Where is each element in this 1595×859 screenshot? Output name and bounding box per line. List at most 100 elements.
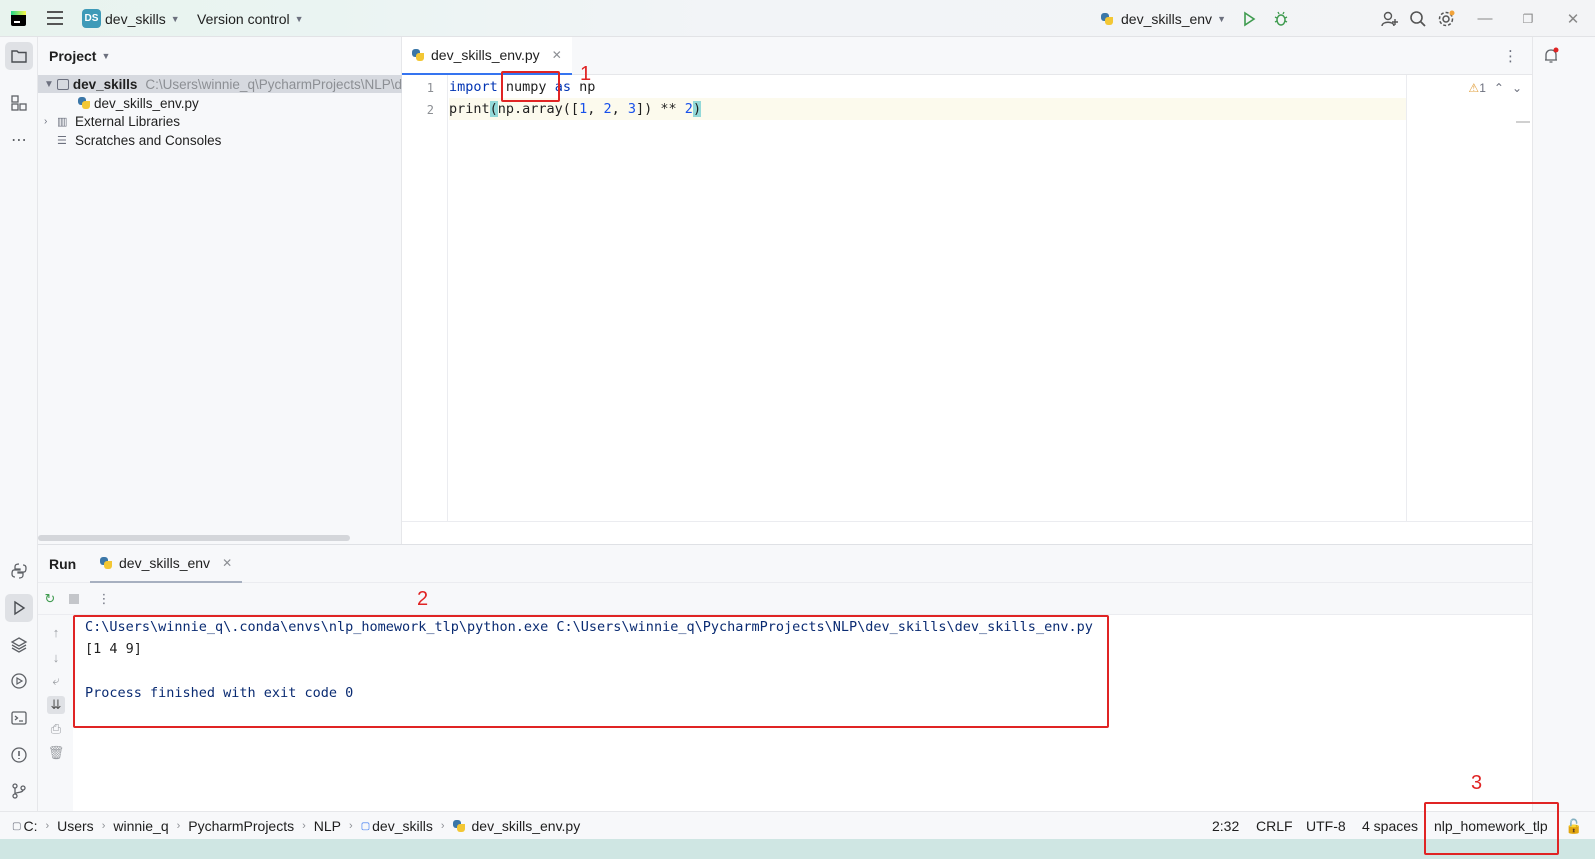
search-icon bbox=[1410, 10, 1426, 27]
search-button[interactable] bbox=[1409, 0, 1427, 37]
code-fragment: ]) ** bbox=[636, 101, 685, 117]
main-menu-icon[interactable] bbox=[47, 11, 63, 25]
more-vertical-icon[interactable]: ⋮ bbox=[1503, 47, 1518, 65]
chevron-right-icon[interactable]: › bbox=[44, 116, 54, 127]
breadcrumb-item[interactable]: C: bbox=[23, 818, 37, 834]
folder-icon: ▢ bbox=[360, 820, 371, 832]
keyword-import: import bbox=[449, 79, 498, 95]
notifications-button[interactable] bbox=[1537, 42, 1565, 70]
scrollbar-marker[interactable] bbox=[1516, 121, 1530, 123]
run-config-selector[interactable]: dev_skills_env ▼ bbox=[1101, 0, 1226, 37]
close-icon[interactable]: ✕ bbox=[222, 556, 232, 570]
more-tools-button[interactable]: ⋯ bbox=[5, 126, 33, 154]
python-file-icon bbox=[452, 820, 465, 832]
annotation-box-3 bbox=[1424, 802, 1559, 855]
close-icon[interactable]: ✕ bbox=[552, 48, 562, 62]
scroll-up-button[interactable]: ↑ bbox=[47, 623, 65, 641]
python-file-icon bbox=[412, 49, 424, 61]
right-tool-strip bbox=[1532, 37, 1595, 811]
debug-button[interactable] bbox=[1273, 0, 1289, 37]
project-panel: Project ▼ ▼ dev_skills C:\Users\winnie_q… bbox=[38, 37, 402, 544]
editor-panel: dev_skills_env.py ✕ ⋮ 1 2 import numpy a… bbox=[402, 37, 1532, 544]
soft-wrap-button[interactable]: ⤶ bbox=[47, 672, 65, 690]
chevron-up-icon[interactable]: ⌃ bbox=[1494, 81, 1504, 95]
chevron-right-icon: › bbox=[440, 820, 445, 832]
tab-label: dev_skills_env.py bbox=[431, 47, 540, 63]
structure-tool-button[interactable] bbox=[5, 89, 33, 117]
print-button[interactable]: ⎙ bbox=[47, 720, 65, 738]
breadcrumb-item[interactable]: dev_skills_env.py bbox=[472, 818, 581, 834]
breadcrumb-item[interactable]: dev_skills bbox=[372, 818, 433, 834]
breadcrumb-item[interactable]: Users bbox=[57, 818, 94, 834]
tree-external-libraries[interactable]: › ▥ External Libraries bbox=[44, 112, 180, 130]
arrow-up-icon: ↑ bbox=[52, 624, 60, 640]
line-ending[interactable]: CRLF bbox=[1256, 812, 1293, 840]
more-vertical-icon: ⋮ bbox=[97, 591, 111, 606]
tree-file-dev-skills-env[interactable]: dev_skills_env.py bbox=[78, 94, 199, 112]
tree-root-dev-skills[interactable]: ▼ dev_skills C:\Users\winnie_q\PycharmPr… bbox=[38, 75, 402, 93]
line-number: 1 bbox=[426, 81, 434, 95]
git-tool-button[interactable] bbox=[5, 777, 33, 805]
minimize-icon: — bbox=[1477, 10, 1493, 27]
inspection-widget[interactable]: ⚠1 ⌃ ⌄ bbox=[1468, 81, 1522, 95]
project-tool-button[interactable] bbox=[5, 42, 33, 70]
project-panel-header[interactable]: Project ▼ bbox=[49, 48, 110, 64]
project-name: dev_skills bbox=[105, 10, 166, 27]
clear-button[interactable]: 🗑 bbox=[47, 744, 65, 762]
layers-tool-button[interactable] bbox=[5, 631, 33, 659]
breadcrumb-item[interactable]: PycharmProjects bbox=[188, 818, 294, 834]
code-line-2[interactable]: print(np.array([1, 2, 3]) ** 2) bbox=[449, 98, 1406, 120]
stop-button[interactable] bbox=[66, 591, 82, 607]
restore-button[interactable]: ❐ bbox=[1513, 0, 1543, 37]
wrap-icon: ⤶ bbox=[52, 673, 60, 688]
run-icon bbox=[14, 600, 26, 616]
annotation-box-2 bbox=[73, 615, 1109, 728]
run-tab-label: dev_skills_env bbox=[119, 555, 211, 571]
breadcrumb-item[interactable]: NLP bbox=[314, 818, 341, 834]
chevron-down-icon[interactable]: ⌄ bbox=[1512, 81, 1522, 95]
editor-bottom-area bbox=[402, 521, 1532, 544]
run-tool-button[interactable] bbox=[5, 594, 33, 622]
lock-icon[interactable]: 🔓 bbox=[1565, 812, 1582, 840]
chevron-down-icon: ▼ bbox=[101, 51, 111, 61]
printer-icon: ⎙ bbox=[50, 721, 62, 736]
project-badge[interactable]: DS bbox=[82, 9, 101, 28]
root-folder-path: C:\Users\winnie_q\PycharmProjects\NLP\d bbox=[145, 76, 402, 92]
tab-dev-skills-env[interactable]: dev_skills_env.py ✕ bbox=[402, 37, 572, 75]
chevron-down-icon[interactable]: ▼ bbox=[44, 79, 54, 90]
file-encoding[interactable]: UTF-8 bbox=[1306, 812, 1346, 840]
more-options-button[interactable]: ⋮ bbox=[96, 591, 112, 607]
version-control-menu[interactable]: Version control ▼ bbox=[197, 0, 304, 37]
minimize-button[interactable]: — bbox=[1470, 0, 1500, 37]
python-icon bbox=[100, 557, 112, 569]
python-packages-button[interactable] bbox=[5, 557, 33, 585]
horizontal-scrollbar[interactable] bbox=[38, 535, 350, 541]
left-tool-strip: ⋯ bbox=[0, 37, 38, 839]
scratches-icon: ☰ bbox=[57, 134, 67, 147]
breadcrumb-item[interactable]: winnie_q bbox=[113, 818, 168, 834]
settings-button[interactable] bbox=[1437, 0, 1455, 37]
terminal-tool-button[interactable] bbox=[5, 704, 33, 732]
caret-position[interactable]: 2:32 bbox=[1212, 812, 1239, 840]
bell-icon bbox=[1545, 47, 1559, 63]
run-panel-title: Run bbox=[49, 556, 77, 572]
project-panel-title: Project bbox=[49, 48, 97, 64]
rerun-button[interactable]: ↻ bbox=[42, 591, 58, 607]
problems-tool-button[interactable] bbox=[5, 741, 33, 769]
number-literal: 2 bbox=[603, 101, 612, 117]
services-tool-button[interactable] bbox=[5, 667, 33, 695]
run-side-toolbar: ↑ ↓ ⤶ ⇊ ⎙ 🗑 bbox=[38, 615, 73, 812]
scroll-down-button[interactable]: ↓ bbox=[47, 648, 65, 666]
run-button[interactable] bbox=[1241, 0, 1257, 37]
line-number-gutter: 1 2 bbox=[402, 75, 448, 521]
close-button[interactable]: ✕ bbox=[1558, 0, 1588, 37]
scroll-to-end-button[interactable]: ⇊ bbox=[47, 696, 65, 714]
indent-setting[interactable]: 4 spaces bbox=[1362, 812, 1418, 840]
git-branch-icon bbox=[12, 783, 26, 799]
project-switcher[interactable]: dev_skills ▼ bbox=[105, 0, 180, 37]
line-number: 2 bbox=[426, 103, 434, 117]
tree-scratches[interactable]: ☰ Scratches and Consoles bbox=[57, 131, 221, 149]
tab-run-dev-skills-env[interactable]: dev_skills_env ✕ bbox=[90, 545, 243, 583]
code-with-me-button[interactable] bbox=[1381, 0, 1399, 37]
number-literal: 2 bbox=[684, 101, 693, 117]
